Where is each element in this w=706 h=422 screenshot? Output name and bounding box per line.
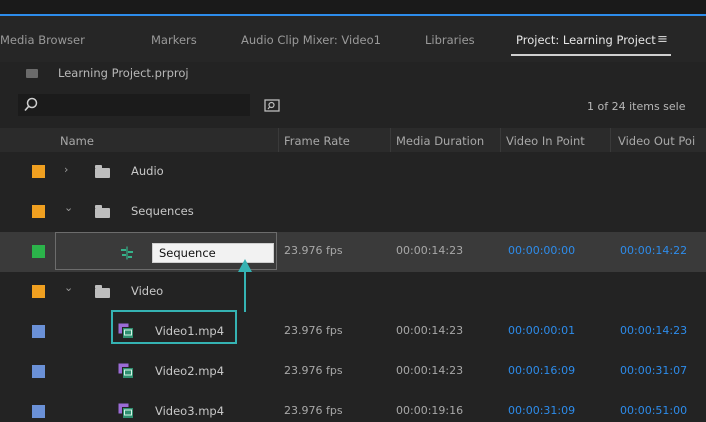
folder-icon xyxy=(95,285,110,298)
column-media-duration[interactable]: Media Duration xyxy=(396,134,484,148)
media-duration-value: 00:00:14:23 xyxy=(396,364,464,377)
frame-rate-value: 23.976 fps xyxy=(284,324,343,337)
folder-icon xyxy=(95,205,110,218)
video-out-point-value[interactable]: 00:00:51:00 xyxy=(620,404,687,417)
project-panel: Media Browser Markers Audio Clip Mixer: … xyxy=(0,0,706,422)
media-duration-value: 00:00:19:16 xyxy=(396,404,464,417)
column-header: Name Frame Rate Media Duration Video In … xyxy=(0,128,706,154)
panel-menu-icon[interactable]: ≡ xyxy=(657,32,668,47)
clip-name: Video2.mp4 xyxy=(155,364,225,378)
callout-highlight-box xyxy=(111,310,237,344)
title-strip xyxy=(0,0,706,14)
tab-markers[interactable]: Markers xyxy=(151,33,197,47)
column-divider xyxy=(278,128,279,154)
folder-icon xyxy=(95,165,110,178)
panel-tabs: Media Browser Markers Audio Clip Mixer: … xyxy=(0,16,706,62)
video-out-point-value[interactable]: 00:00:31:07 xyxy=(620,364,687,377)
column-video-out-point[interactable]: Video Out Poi xyxy=(618,134,695,148)
media-duration-value: 00:00:14:23 xyxy=(396,324,464,337)
column-divider xyxy=(500,128,501,154)
video-clip-icon xyxy=(118,363,134,379)
video-clip-icon xyxy=(118,403,134,419)
sequence-icon xyxy=(121,246,133,260)
media-duration-value: 00:00:14:23 xyxy=(396,244,464,257)
label-color-swatch[interactable] xyxy=(32,245,45,258)
video-in-point-value[interactable]: 00:00:00:01 xyxy=(508,324,575,337)
search-row: 1 of 24 items sele xyxy=(0,86,706,120)
chevron-right-icon[interactable]: › xyxy=(64,163,68,176)
frame-rate-value: 23.976 fps xyxy=(284,364,343,377)
video-in-point-value[interactable]: 00:00:16:09 xyxy=(508,364,575,377)
items-selected-count: 1 of 24 items sele xyxy=(587,100,686,113)
video-out-point-value[interactable]: 00:00:14:22 xyxy=(620,244,687,257)
column-divider xyxy=(610,128,611,154)
label-color-swatch[interactable] xyxy=(32,205,45,218)
column-frame-rate[interactable]: Frame Rate xyxy=(284,134,350,148)
label-color-swatch[interactable] xyxy=(32,285,45,298)
label-color-swatch[interactable] xyxy=(32,405,45,418)
callout-arrow-shaft xyxy=(244,272,246,312)
new-bin-icon[interactable] xyxy=(264,98,280,112)
project-filename: Learning Project.prproj xyxy=(58,66,189,80)
project-file-icon xyxy=(26,69,38,78)
chevron-down-icon[interactable]: ⌄ xyxy=(64,201,73,214)
clip-row-video2[interactable]: Video2.mp4 23.976 fps 00:00:14:23 00:00:… xyxy=(0,352,706,392)
frame-rate-value: 23.976 fps xyxy=(284,404,343,417)
sequence-name-edit-field[interactable]: Sequence xyxy=(152,243,274,263)
tab-project[interactable]: Project: Learning Project xyxy=(516,33,656,47)
video-in-point-value[interactable]: 00:00:31:09 xyxy=(508,404,575,417)
clip-name: Video3.mp4 xyxy=(155,404,225,418)
bin-row-video[interactable]: ⌄ Video xyxy=(0,272,706,312)
tab-libraries[interactable]: Libraries xyxy=(425,33,475,47)
tab-media-browser[interactable]: Media Browser xyxy=(0,33,85,47)
clip-row-video1[interactable]: Video1.mp4 23.976 fps 00:00:14:23 00:00:… xyxy=(0,312,706,352)
bin-row-sequences[interactable]: ⌄ Sequences xyxy=(0,192,706,232)
bin-name: Audio xyxy=(131,164,164,178)
bin-name: Video xyxy=(131,284,164,298)
frame-rate-value: 23.976 fps xyxy=(284,244,343,257)
bin-name: Sequences xyxy=(131,204,194,218)
bin-row-audio[interactable]: › Audio xyxy=(0,152,706,192)
label-color-swatch[interactable] xyxy=(32,165,45,178)
tab-audio-clip-mixer[interactable]: Audio Clip Mixer: Video1 xyxy=(241,33,381,47)
column-name[interactable]: Name xyxy=(60,134,94,148)
search-icon xyxy=(24,97,38,112)
project-file-row: Learning Project.prproj xyxy=(0,62,706,86)
clip-row-video3[interactable]: Video3.mp4 23.976 fps 00:00:19:16 00:00:… xyxy=(0,392,706,422)
chevron-down-icon[interactable]: ⌄ xyxy=(64,281,73,294)
search-input[interactable] xyxy=(40,94,245,114)
column-video-in-point[interactable]: Video In Point xyxy=(506,134,585,148)
label-color-swatch[interactable] xyxy=(32,325,45,338)
column-divider xyxy=(390,128,391,154)
active-tab-underline xyxy=(511,54,671,56)
video-in-point-value[interactable]: 00:00:00:00 xyxy=(508,244,575,257)
callout-arrow-head xyxy=(238,259,252,272)
video-out-point-value[interactable]: 00:00:14:23 xyxy=(620,324,687,337)
label-color-swatch[interactable] xyxy=(32,365,45,378)
